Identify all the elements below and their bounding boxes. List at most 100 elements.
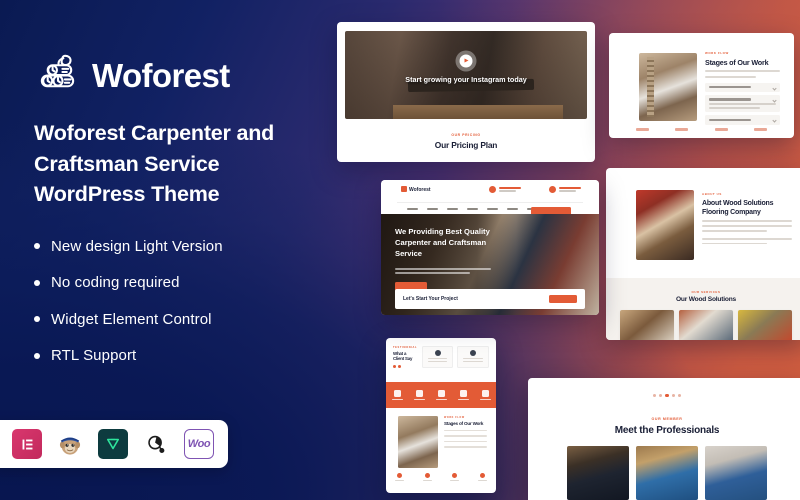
feature-label: Widget Element Control <box>51 310 212 328</box>
dot[interactable] <box>678 394 682 398</box>
accordion-item[interactable] <box>705 115 780 125</box>
paragraph-line <box>702 225 792 227</box>
nav-item[interactable] <box>507 207 518 210</box>
cta-bar: Let's Start Your Project <box>395 289 585 309</box>
team-member-photo <box>636 446 698 500</box>
services-title: Our Wood Solutions <box>675 296 736 303</box>
homepage-hero: We Providing Best Quality Carpenter and … <box>381 214 599 315</box>
avatar <box>470 350 477 356</box>
nav-item[interactable] <box>467 207 478 210</box>
topbar-email <box>549 186 581 193</box>
section-title: Meet the Professionals <box>614 425 720 436</box>
brand-name: Woforest <box>92 57 230 94</box>
chevron-down-icon <box>772 85 777 91</box>
dot[interactable] <box>671 394 676 398</box>
paragraph-line <box>702 220 792 223</box>
interior-photo <box>639 53 697 121</box>
brand-logo: Woforest <box>34 52 230 99</box>
partner-logo-row <box>623 127 780 131</box>
accordion-answer <box>709 107 760 109</box>
accordion-item[interactable] <box>705 94 780 113</box>
woocommerce-icon: Woo <box>184 429 214 459</box>
contact-us-button[interactable] <box>549 295 577 303</box>
mockup-testimonial-page: TESTIMONIAL What a Client Say WORK FLOW … <box>386 338 496 493</box>
service-photo <box>620 310 674 340</box>
bullet-icon <box>34 316 40 323</box>
section-kicker: ABOUT US <box>702 192 722 196</box>
service-photo <box>679 310 733 340</box>
nav-item[interactable] <box>427 207 438 210</box>
team-member-photo <box>567 446 629 500</box>
section-kicker: WORK FLOW <box>705 51 729 55</box>
carousel-dots[interactable] <box>393 364 418 368</box>
footer-item <box>450 473 460 481</box>
mockup-stages-faq: WORK FLOW Stages of Our Work <box>609 33 794 138</box>
left-info-panel: Woforest Woforest Carpenter and Craftsma… <box>0 0 340 500</box>
dot-active[interactable] <box>665 394 669 398</box>
partner-logo <box>714 127 728 131</box>
woocommerce-label: Woo <box>187 438 211 450</box>
testimonial-heading: TESTIMONIAL What a Client Say <box>393 346 418 368</box>
service-card[interactable] <box>679 310 733 340</box>
accordion-question <box>709 98 751 101</box>
mockup-pricing-page: Start growing your Instagram today OUR P… <box>337 22 595 162</box>
hero-subtext <box>395 268 491 276</box>
accordion-answer <box>709 103 776 105</box>
mailchimp-icon <box>55 429 85 459</box>
accordion-item[interactable] <box>705 82 780 92</box>
nav-item[interactable] <box>447 207 458 210</box>
section-title: What a Client Say <box>393 350 413 362</box>
nav-item[interactable] <box>407 207 418 210</box>
footer-item <box>422 473 432 481</box>
nav-item[interactable] <box>487 207 498 210</box>
list-item: New design Light Version <box>34 228 324 265</box>
list-item: No coding required <box>34 265 324 302</box>
service-card[interactable] <box>738 310 792 340</box>
testimonial-row: TESTIMONIAL What a Client Say <box>393 346 489 368</box>
section-title: About Wood Solutions Flooring Company <box>702 199 774 216</box>
partner-logo <box>753 127 767 131</box>
service-card[interactable] <box>620 310 674 340</box>
partner-logo <box>636 127 650 131</box>
site-nav[interactable] <box>397 202 583 216</box>
accordion-question <box>709 86 751 89</box>
feature-label: No coding required <box>51 274 180 292</box>
faq-block: WORK FLOW Stages of Our Work <box>705 51 780 125</box>
paragraph-line <box>702 242 767 245</box>
play-icon <box>459 54 473 68</box>
accordion-row[interactable] <box>444 446 487 448</box>
mockup-homepage: Woforest We Providing Best Quality Carpe… <box>381 180 599 315</box>
mockup-team-page: OUR MEMBER Meet the Professionals <box>528 378 800 500</box>
chevron-down-icon <box>772 118 777 123</box>
section-kicker: OUR PRICING <box>451 133 481 137</box>
hero-title: We Providing Best Quality Carpenter and … <box>395 227 490 259</box>
bullet-icon <box>34 243 40 250</box>
contact-form-7-icon <box>141 429 171 459</box>
bullet-icon <box>34 279 40 286</box>
section-kicker: OUR MEMBER <box>651 417 683 421</box>
stages-block: WORK FLOW Stages of Our Work <box>444 416 487 448</box>
testimonial-card <box>421 346 454 368</box>
about-block: ABOUT US About Wood Solutions Flooring C… <box>702 192 792 245</box>
interior-photo <box>398 416 438 468</box>
service-photo <box>738 310 792 340</box>
service-card-grid <box>620 310 792 340</box>
hero-caption: Start growing your Instagram today <box>405 75 527 84</box>
topbar-phone <box>489 186 521 193</box>
footer-item <box>395 473 404 481</box>
dot[interactable] <box>658 394 663 398</box>
footer-icon-row <box>395 473 487 481</box>
accordion-row[interactable] <box>444 429 487 432</box>
accordion-row[interactable] <box>444 435 487 437</box>
chevron-down-icon <box>772 98 777 103</box>
stat-item <box>479 389 491 401</box>
accordion-row[interactable] <box>444 440 487 443</box>
video-hero: Start growing your Instagram today <box>345 31 587 119</box>
dot[interactable] <box>652 394 656 398</box>
avatar <box>434 350 441 356</box>
site-logo: Woforest <box>401 186 431 193</box>
mockup-about-services: ABOUT US About Wood Solutions Flooring C… <box>606 168 800 340</box>
section-title: Our Pricing Plan <box>434 140 498 150</box>
carousel-dots[interactable] <box>528 394 800 398</box>
footer-item <box>477 473 487 481</box>
